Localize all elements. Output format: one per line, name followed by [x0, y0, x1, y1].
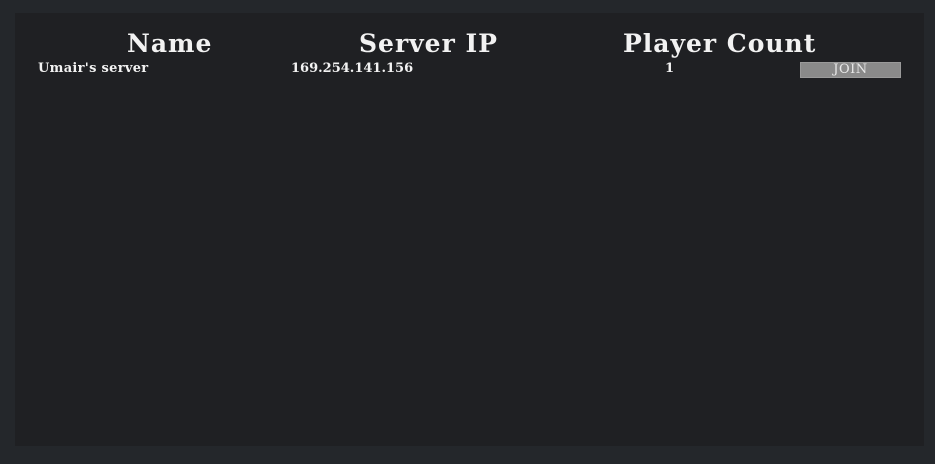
- server-name: Umair's server: [38, 61, 149, 76]
- join-button[interactable]: JOIN: [800, 62, 901, 78]
- server-ip: 169.254.141.156: [291, 61, 414, 76]
- player-count: 1: [665, 61, 675, 76]
- header-name: Name: [127, 29, 213, 58]
- header-server-ip: Server IP: [359, 29, 498, 58]
- header-player-count: Player Count: [623, 29, 817, 58]
- server-row: Umair's server 169.254.141.156 1 JOIN: [15, 60, 924, 80]
- server-list-panel: Name Server IP Player Count Umair's serv…: [15, 13, 924, 446]
